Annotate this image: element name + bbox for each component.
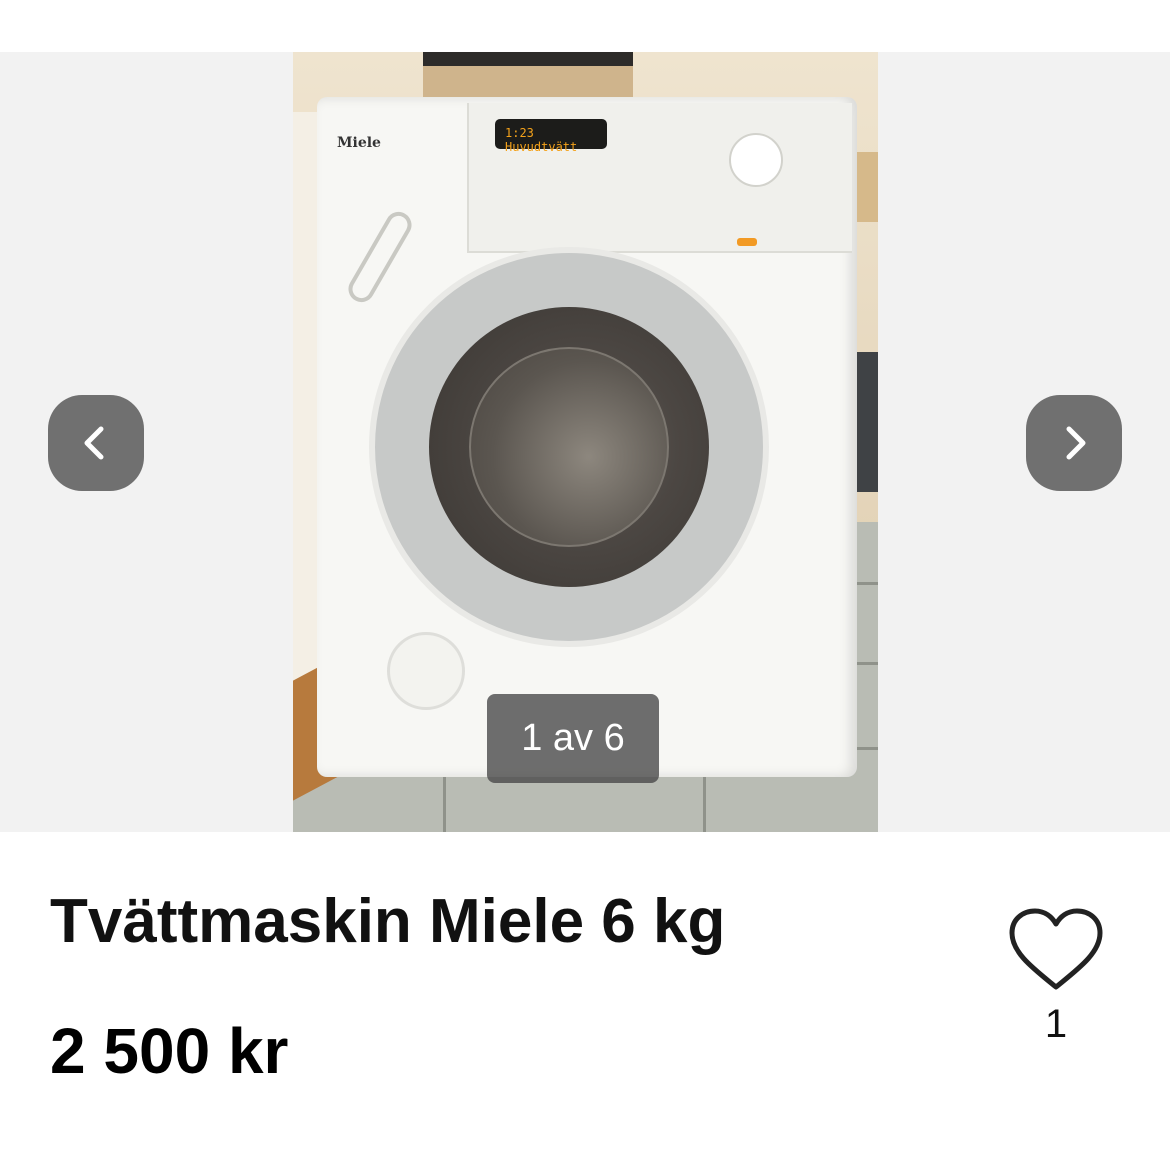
chevron-left-icon [84, 426, 104, 460]
washing-machine: Miele 1:23 Huvudtvätt [317, 97, 857, 777]
washer-door-button [737, 238, 757, 246]
listing-price: 2 500 kr [50, 1015, 289, 1087]
chevron-right-icon [1066, 426, 1086, 460]
favorite-button[interactable] [1004, 905, 1108, 995]
next-image-button[interactable] [1026, 395, 1122, 491]
detergent-drawer-handle [343, 207, 417, 307]
image-gallery[interactable]: Miele 1:23 Huvudtvätt 1 av 6 [0, 52, 1170, 832]
favorite-count: 1 [1044, 1002, 1068, 1046]
listing-title: Tvättmaskin Miele 6 kg [50, 887, 726, 956]
washer-display: 1:23 Huvudtvätt [495, 119, 607, 154]
image-counter: 1 av 6 [487, 694, 659, 783]
image-counter-label: 1 av 6 [521, 717, 625, 759]
previous-image-button[interactable] [48, 395, 144, 491]
washer-filter-cover [387, 632, 465, 710]
washer-brand: Miele [337, 135, 381, 151]
washer-control-panel: 1:23 Huvudtvätt [467, 103, 852, 253]
heart-icon [1009, 908, 1103, 990]
washer-door [369, 247, 769, 647]
washer-display-text: 1:23 Huvudtvätt [505, 126, 578, 154]
washer-door-glass [429, 307, 709, 587]
washer-drum [469, 347, 669, 547]
photo-cloth [423, 52, 633, 66]
washer-program-knob [729, 133, 783, 187]
